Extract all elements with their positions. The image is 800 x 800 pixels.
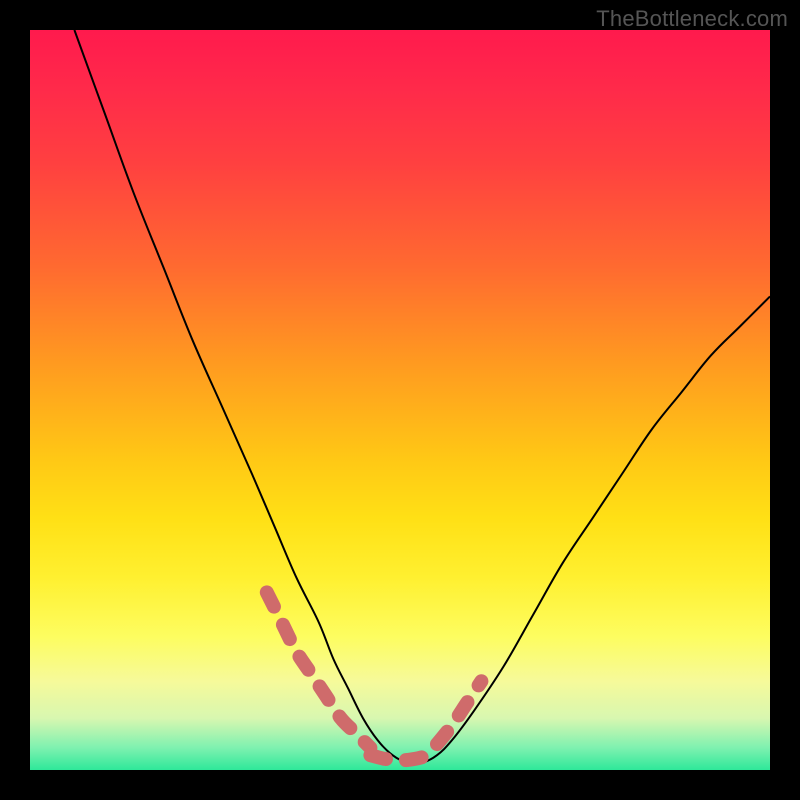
highlight-left [267,592,371,747]
watermark-text: TheBottleneck.com [596,6,788,32]
highlight-bottom [370,755,429,760]
main-curve [74,30,770,764]
curve-layer [30,30,770,770]
highlight-right [437,681,481,744]
plot-area [30,30,770,770]
chart-frame: TheBottleneck.com [0,0,800,800]
